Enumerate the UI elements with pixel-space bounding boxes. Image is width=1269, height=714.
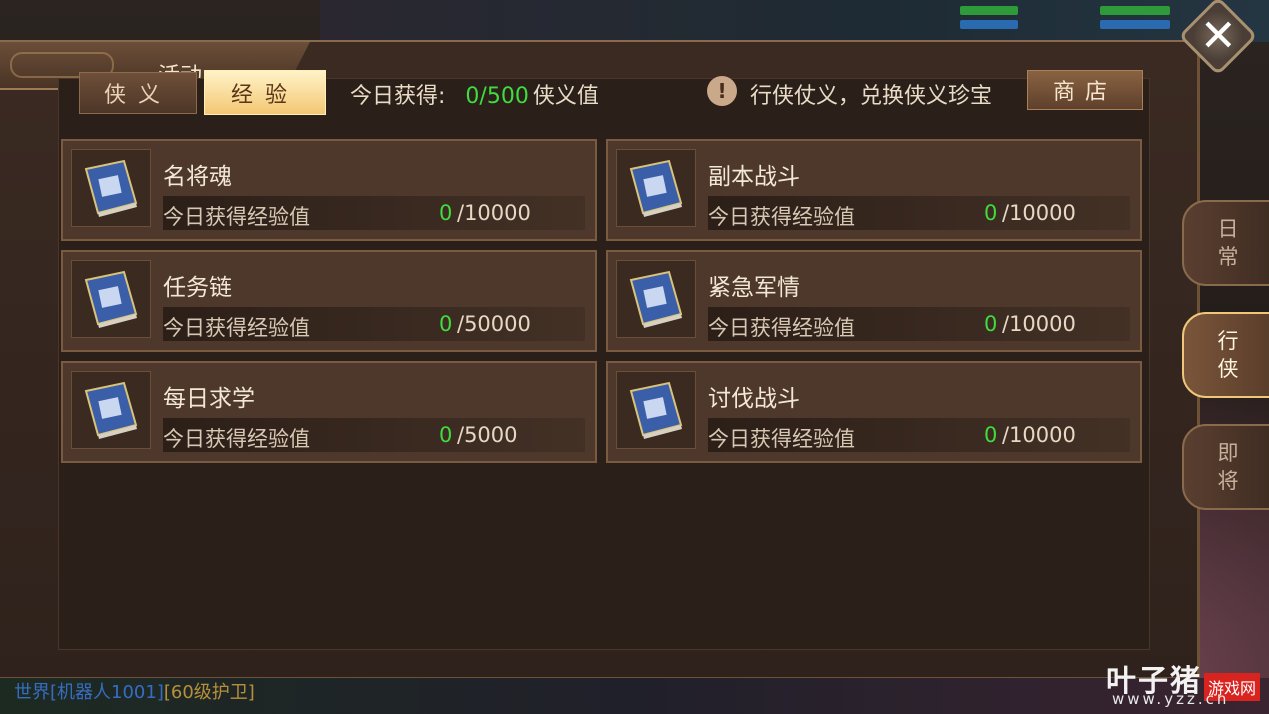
card-max: /10000 xyxy=(1002,201,1076,225)
hud-top-strip xyxy=(320,0,1269,42)
notice-text: 行侠仗义，兑换侠义珍宝 xyxy=(750,84,993,109)
card-max: /5000 xyxy=(457,423,518,447)
shop-button[interactable]: 商店 xyxy=(1027,70,1143,110)
card-name: 名将魂 xyxy=(163,164,232,190)
card-current: 0 xyxy=(439,423,453,447)
card-label: 今日获得经验值 xyxy=(708,427,855,451)
book-icon xyxy=(71,149,151,227)
card-progress-row: 今日获得经验值 0 /50000 xyxy=(163,307,585,341)
card-progress-row: 今日获得经验值 0 /10000 xyxy=(708,418,1130,452)
card-max: /50000 xyxy=(457,312,531,336)
card-label: 今日获得经验值 xyxy=(163,316,310,340)
card-current: 0 xyxy=(984,423,998,447)
card-label: 今日获得经验值 xyxy=(163,427,310,451)
tab-jingyan[interactable]: 经验 xyxy=(204,70,326,115)
card-name: 副本战斗 xyxy=(708,164,800,190)
card-current: 0 xyxy=(439,312,453,336)
card-label: 今日获得经验值 xyxy=(708,316,855,340)
card-name: 讨伐战斗 xyxy=(708,386,800,412)
side-tab-char: 常 xyxy=(1217,245,1239,269)
card-max: /10000 xyxy=(1002,423,1076,447)
side-tab-char: 日 xyxy=(1217,217,1239,241)
earned-summary: 今日获得: 0/500 侠义值 xyxy=(350,78,599,110)
card-progress-row: 今日获得经验值 0 /10000 xyxy=(163,196,585,230)
card-name: 每日求学 xyxy=(163,386,255,412)
exp-card[interactable]: 副本战斗 今日获得经验值 0 /10000 xyxy=(606,139,1142,241)
earned-value: 0/500 xyxy=(465,84,529,109)
side-tab-upcoming[interactable]: 即 将 xyxy=(1182,424,1269,510)
card-max: /10000 xyxy=(457,201,531,225)
chat-channel: 世界 xyxy=(14,682,50,703)
watermark-url: www.yzz.cn xyxy=(1112,690,1230,708)
chat-message: 世界[机器人1001][60级护卫] xyxy=(14,678,255,704)
card-current: 0 xyxy=(984,312,998,336)
card-name: 紧急军情 xyxy=(708,275,800,301)
exp-card[interactable]: 紧急军情 今日获得经验值 0 /10000 xyxy=(606,250,1142,352)
book-icon xyxy=(616,260,696,338)
chat-sender: [机器人1001] xyxy=(50,682,164,703)
card-progress-row: 今日获得经验值 0 /10000 xyxy=(708,196,1130,230)
side-tab-char: 即 xyxy=(1217,441,1239,465)
exp-card[interactable]: 名将魂 今日获得经验值 0 /10000 xyxy=(61,139,597,241)
exp-card[interactable]: 每日求学 今日获得经验值 0 /5000 xyxy=(61,361,597,463)
close-icon: ✕ xyxy=(1199,10,1237,62)
card-max: /10000 xyxy=(1002,312,1076,336)
chat-content: [60级护卫] xyxy=(163,682,255,703)
book-icon xyxy=(71,371,151,449)
hud-bar-green-2 xyxy=(1100,6,1170,15)
card-label: 今日获得经验值 xyxy=(708,205,855,229)
hud-bar-blue-2 xyxy=(1100,20,1170,29)
exp-card[interactable]: 讨伐战斗 今日获得经验值 0 /10000 xyxy=(606,361,1142,463)
tab-xiayi[interactable]: 侠义 xyxy=(79,72,197,114)
card-progress-row: 今日获得经验值 0 /10000 xyxy=(708,307,1130,341)
card-name: 任务链 xyxy=(163,275,232,301)
exp-card[interactable]: 任务链 今日获得经验值 0 /50000 xyxy=(61,250,597,352)
side-tab-char: 侠 xyxy=(1217,357,1239,381)
card-progress-row: 今日获得经验值 0 /5000 xyxy=(163,418,585,452)
book-icon xyxy=(616,149,696,227)
side-tab-daily[interactable]: 日 常 xyxy=(1182,200,1269,286)
book-icon xyxy=(71,260,151,338)
side-tab-char: 行 xyxy=(1217,329,1239,353)
side-tab-char: 将 xyxy=(1217,469,1239,493)
side-tab-xingxia[interactable]: 行 侠 xyxy=(1182,312,1269,398)
earned-unit: 侠义值 xyxy=(532,84,599,109)
card-current: 0 xyxy=(439,201,453,225)
card-current: 0 xyxy=(984,201,998,225)
earned-label: 今日获得: xyxy=(350,84,446,109)
card-label: 今日获得经验值 xyxy=(163,205,310,229)
hud-bar-blue xyxy=(960,20,1018,29)
book-icon xyxy=(616,371,696,449)
hud-bar-green xyxy=(960,6,1018,15)
exclamation-icon[interactable]: ! xyxy=(707,76,737,106)
